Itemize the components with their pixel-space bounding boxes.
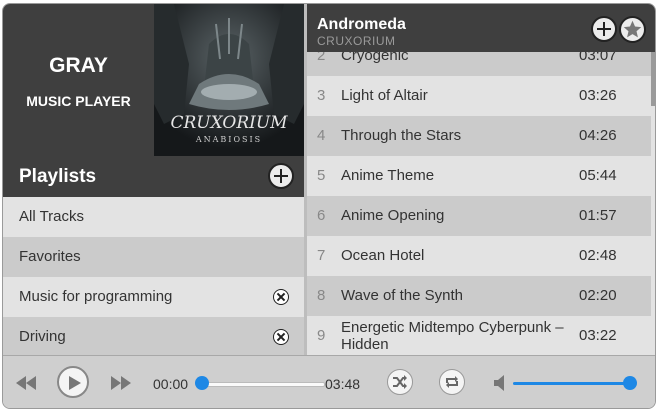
scrollbar-thumb[interactable] bbox=[651, 46, 655, 106]
track-title: Anime Theme bbox=[341, 167, 435, 184]
track-title: Energetic Midtempo Cyberpunk – Hidden bbox=[341, 319, 564, 353]
volume-knob[interactable] bbox=[623, 376, 637, 390]
track-row[interactable]: 3 Light of Altair 03:26 bbox=[307, 76, 651, 116]
track-duration: 03:22 bbox=[579, 327, 617, 344]
repeat-button[interactable] bbox=[439, 369, 465, 395]
track-number: 5 bbox=[317, 167, 326, 184]
track-number: 6 bbox=[317, 207, 326, 224]
favorite-button[interactable] bbox=[619, 16, 646, 43]
track-row[interactable]: 4 Through the Stars 04:26 bbox=[307, 116, 651, 156]
track-number: 4 bbox=[317, 127, 326, 144]
playlist-item-label: Music for programming bbox=[19, 288, 173, 305]
track-row[interactable]: 5 Anime Theme 05:44 bbox=[307, 156, 651, 196]
track-number: 8 bbox=[317, 287, 326, 304]
now-playing-artist: CRUXORIUM bbox=[317, 34, 396, 48]
app-brand: GRAY MUSIC PLAYER bbox=[3, 4, 154, 156]
repeat-icon bbox=[446, 376, 458, 388]
shuffle-button[interactable] bbox=[387, 369, 413, 395]
track-duration: 02:48 bbox=[579, 247, 617, 264]
playlist-item-label: Favorites bbox=[19, 248, 81, 265]
track-title: Anime Opening bbox=[341, 207, 445, 224]
track-number: 9 bbox=[317, 327, 326, 344]
track-title: Through the Stars bbox=[341, 127, 462, 144]
track-duration: 04:26 bbox=[579, 127, 617, 144]
next-icon[interactable] bbox=[110, 375, 132, 391]
volume-icon[interactable] bbox=[493, 374, 507, 392]
track-row[interactable]: 9 Energetic Midtempo Cyberpunk – Hidden … bbox=[307, 316, 651, 355]
play-icon bbox=[69, 376, 81, 390]
playlist-item-favorites[interactable]: Favorites bbox=[3, 237, 304, 277]
playlist-item-music-for-programming[interactable]: Music for programming bbox=[3, 277, 304, 317]
track-title: Light of Altair bbox=[341, 87, 428, 104]
star-icon bbox=[623, 20, 642, 38]
seek-bar[interactable] bbox=[200, 382, 325, 387]
playlist-item-driving[interactable]: Driving bbox=[3, 317, 304, 355]
shuffle-icon bbox=[393, 375, 407, 389]
track-duration: 05:44 bbox=[579, 167, 617, 184]
play-button[interactable] bbox=[57, 366, 89, 398]
track-title: Wave of the Synth bbox=[341, 287, 464, 304]
track-row[interactable]: 7 Ocean Hotel 02:48 bbox=[307, 236, 651, 276]
track-list: 2 Cryogenic 03:07 3 Light of Altair 03:2… bbox=[307, 44, 651, 355]
playlists-header: Playlists bbox=[3, 156, 304, 197]
track-row[interactable]: 6 Anime Opening 01:57 bbox=[307, 196, 651, 236]
track-number: 3 bbox=[317, 87, 326, 104]
now-playing-header: Andromeda CRUXORIUM bbox=[307, 4, 655, 52]
track-title: Ocean Hotel bbox=[341, 247, 425, 264]
seek-knob[interactable] bbox=[195, 376, 209, 390]
track-list-scrollbar[interactable] bbox=[651, 44, 655, 355]
album-band-text: CRUXORIUM bbox=[170, 113, 288, 133]
remove-icon[interactable] bbox=[273, 289, 289, 305]
track-number: 7 bbox=[317, 247, 326, 264]
player-controls: 00:00 03:48 bbox=[3, 355, 655, 408]
add-to-playlist-button[interactable] bbox=[591, 16, 617, 42]
playlist-item-label: Driving bbox=[19, 328, 66, 345]
app-title-line2: MUSIC PLAYER bbox=[26, 93, 131, 109]
remove-icon[interactable] bbox=[273, 329, 289, 345]
volume-slider[interactable] bbox=[513, 382, 631, 385]
total-time: 03:48 bbox=[325, 376, 361, 392]
playlists-title: Playlists bbox=[19, 166, 97, 187]
album-cover: CRUXORIUM ANABIOSIS bbox=[154, 4, 304, 156]
track-duration: 01:57 bbox=[579, 207, 617, 224]
playlist-item-all-tracks[interactable]: All Tracks bbox=[3, 197, 304, 237]
now-playing-title: Andromeda bbox=[317, 16, 406, 33]
playlist-item-label: All Tracks bbox=[19, 208, 85, 225]
music-player-window: GRAY MUSIC PLAYER CRUXORIUM ANABIOSIS Pl… bbox=[2, 3, 656, 409]
app-title-line1: GRAY bbox=[49, 54, 108, 77]
track-duration: 03:26 bbox=[579, 87, 617, 104]
current-time: 00:00 bbox=[153, 376, 189, 392]
album-title-text: ANABIOSIS bbox=[195, 135, 262, 144]
previous-icon[interactable] bbox=[15, 375, 37, 391]
playlist-list: All Tracks Favorites Music for programmi… bbox=[3, 197, 304, 355]
track-duration: 02:20 bbox=[579, 287, 617, 304]
track-row[interactable]: 8 Wave of the Synth 02:20 bbox=[307, 276, 651, 316]
add-playlist-button[interactable] bbox=[268, 163, 294, 189]
